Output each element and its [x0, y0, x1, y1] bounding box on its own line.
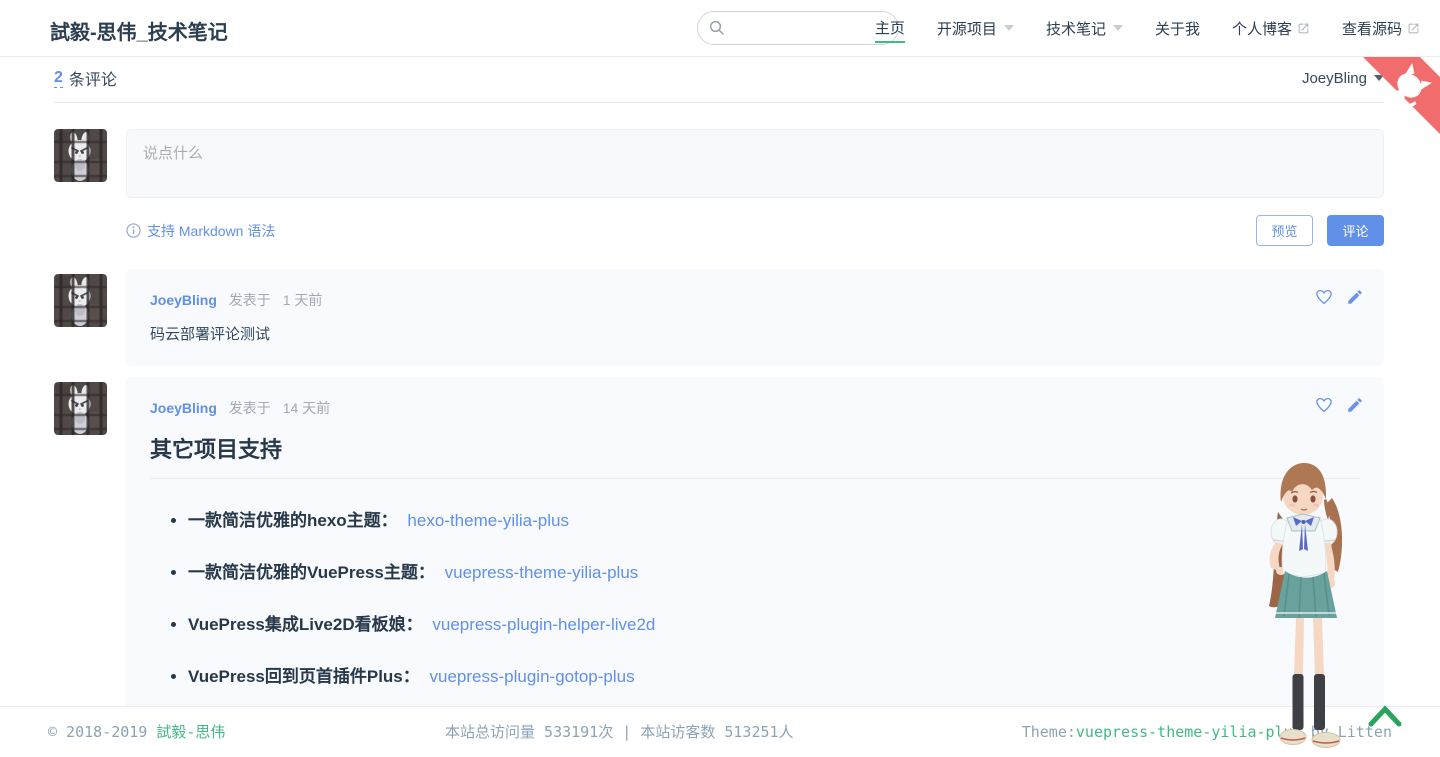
avatar: [54, 129, 107, 182]
list-item: 一款简洁优雅的hexo主题： hexo-theme-yilia-plus: [188, 506, 1360, 531]
comment-item: JoeyBling 发表于 14 天前 其它项目支持 一款简洁优雅的hexo主题…: [54, 377, 1384, 736]
preview-button[interactable]: 预览: [1256, 215, 1313, 246]
visitors-label: 本站访客数: [640, 723, 715, 741]
nav-item-technotes[interactable]: 技术笔记: [1046, 15, 1123, 42]
like-button[interactable]: [1315, 288, 1333, 306]
comment-input[interactable]: [126, 129, 1384, 198]
comment-published-label: 发表于: [229, 400, 271, 416]
stats-separator: |: [622, 723, 631, 741]
list-item: VuePress回到页首插件Plus： vuepress-plugin-goto…: [188, 662, 1360, 687]
edit-button[interactable]: [1346, 288, 1364, 306]
external-link-icon: [1407, 22, 1420, 35]
navbar: 試毅-思伟_技术笔记 主页 开源项目 技术笔记 关于我 个人博客 查看源码: [0, 0, 1440, 57]
heart-icon: [1315, 288, 1333, 306]
project-link[interactable]: hexo-theme-yilia-plus: [407, 511, 569, 530]
editor-meta-row: 支持 Markdown 语法 预览 评论: [126, 215, 1384, 246]
avatar: [54, 274, 107, 327]
chevron-down-icon: [1004, 25, 1014, 31]
comments-section: 2 条评论 JoeyBling 支持 Markdown 语法 预览 评论 Joe…: [54, 57, 1384, 736]
comment-author[interactable]: JoeyBling: [150, 400, 217, 416]
chevron-up-icon: [1371, 709, 1399, 724]
nav-item-view-source[interactable]: 查看源码: [1342, 15, 1420, 42]
comments-count-label: 条评论: [69, 66, 117, 90]
pencil-icon: [1346, 288, 1364, 306]
external-link-icon: [1297, 22, 1310, 35]
pencil-icon: [1346, 396, 1364, 414]
like-button[interactable]: [1315, 396, 1333, 414]
chevron-down-icon: [1113, 25, 1123, 31]
comment-editor: [54, 129, 1384, 198]
avatar: [54, 382, 107, 435]
markdown-tip: 支持 Markdown 语法: [126, 221, 275, 241]
comment-time: 1 天前: [283, 292, 323, 308]
project-link[interactable]: vuepress-theme-yilia-plus: [445, 563, 639, 582]
comment-card: JoeyBling 发表于 1 天前 码云部署评论测试: [126, 269, 1384, 366]
heart-icon: [1315, 396, 1333, 414]
comment-published-label: 发表于: [229, 292, 271, 308]
footer-site-link[interactable]: 試毅-思伟: [156, 723, 225, 741]
nav-item-home[interactable]: 主页: [875, 14, 905, 43]
comments-count: 2: [54, 69, 63, 88]
visitors-value: 513251人: [724, 723, 793, 741]
nav-item-personal-blog[interactable]: 个人博客: [1232, 15, 1310, 42]
comments-header: 2 条评论 JoeyBling: [54, 57, 1384, 103]
comment-body: 码云部署评论测试: [150, 323, 1360, 344]
nav-item-opensource[interactable]: 开源项目: [937, 15, 1014, 42]
nav-item-about[interactable]: 关于我: [1155, 15, 1200, 42]
list-item: 一款简洁优雅的VuePress主题： vuepress-theme-yilia-…: [188, 558, 1360, 583]
main-nav: 主页 开源项目 技术笔记 关于我 个人博客 查看源码: [843, 0, 1420, 56]
visits-value: 533191次: [544, 723, 613, 741]
go-top-button[interactable]: [1368, 704, 1402, 728]
project-list: 一款简洁优雅的hexo主题： hexo-theme-yilia-plus 一款简…: [150, 506, 1360, 687]
info-icon: [126, 223, 141, 238]
github-corner-ribbon[interactable]: [1350, 57, 1440, 147]
visits-label: 本站总访问量: [445, 723, 535, 741]
comment-time: 14 天前: [283, 400, 330, 416]
project-link[interactable]: vuepress-plugin-helper-live2d: [432, 615, 655, 634]
theme-label: Theme:: [1022, 723, 1076, 741]
live2d-character[interactable]: [1240, 454, 1372, 752]
footer: © 2018-2019 試毅-思伟 本站总访问量 533191次 | 本站访客数…: [0, 706, 1440, 756]
comment-item: JoeyBling 发表于 1 天前 码云部署评论测试: [54, 269, 1384, 366]
site-stats: 本站总访问量 533191次 | 本站访客数 513251人: [445, 721, 794, 742]
comment-card: JoeyBling 发表于 14 天前 其它项目支持 一款简洁优雅的hexo主题…: [126, 377, 1384, 736]
comment-author[interactable]: JoeyBling: [150, 292, 217, 308]
edit-button[interactable]: [1346, 396, 1364, 414]
site-logo[interactable]: 試毅-思伟_技术笔记: [50, 16, 228, 45]
search-icon: [708, 19, 726, 37]
submit-comment-button[interactable]: 评论: [1327, 215, 1384, 246]
list-item: VuePress集成Live2D看板娘： vuepress-plugin-hel…: [188, 610, 1360, 635]
copyright: © 2018-2019: [48, 723, 147, 741]
project-link[interactable]: vuepress-plugin-gotop-plus: [430, 667, 635, 686]
comment-heading: 其它项目支持: [150, 432, 1360, 479]
